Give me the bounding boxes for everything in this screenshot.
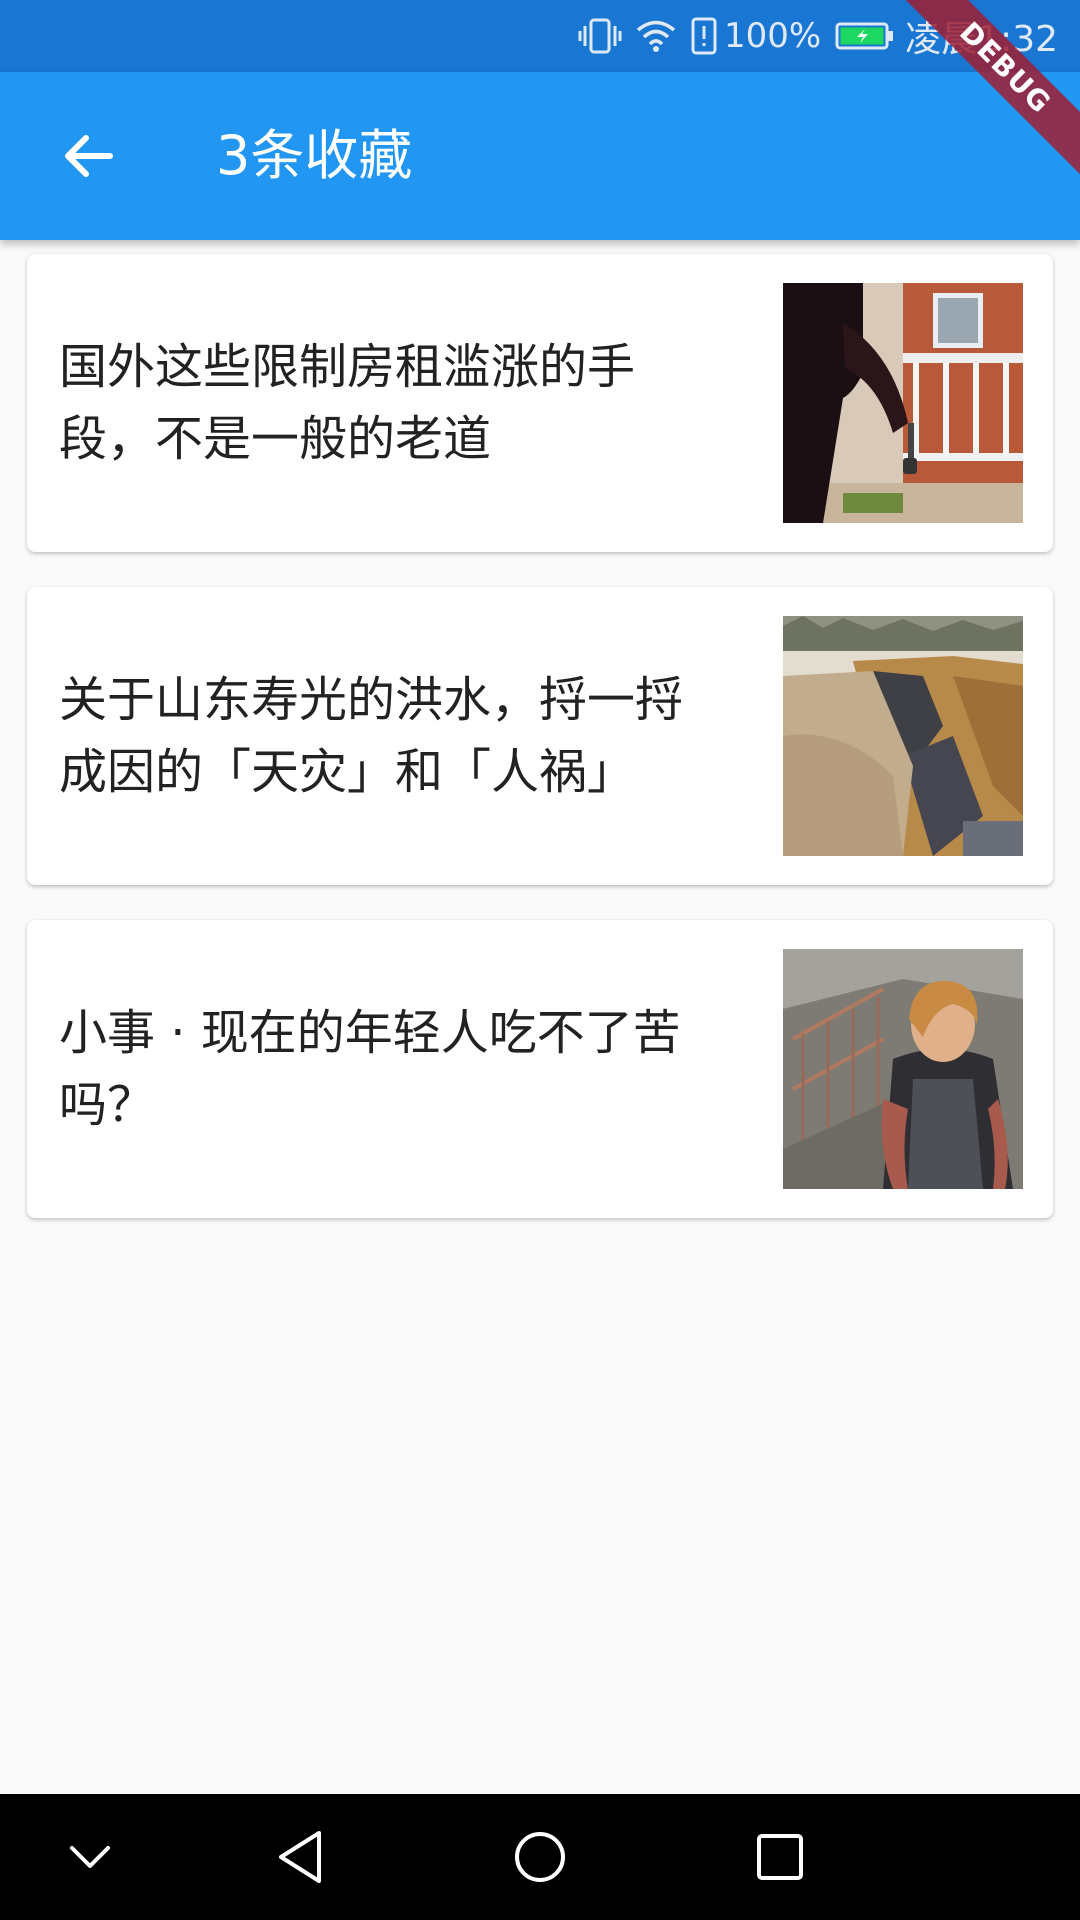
back-triangle-icon <box>279 1831 321 1883</box>
nav-back-button[interactable] <box>255 1812 345 1902</box>
vibrate-icon <box>578 16 622 56</box>
young-worker-apron-image <box>783 949 1023 1189</box>
home-circle-icon <box>515 1832 565 1882</box>
screen: 100% 凌晨1:32 3条收藏 DEBUG 国外这些限制房租滥涨的手段，不是一… <box>0 0 1080 1920</box>
app-bar: 3条收藏 <box>0 72 1080 240</box>
status-bar: 100% 凌晨1:32 <box>0 0 1080 72</box>
clock: 凌晨1:32 <box>905 19 1058 60</box>
arrow-back-icon <box>65 135 113 177</box>
recents-square-icon <box>757 1834 803 1880</box>
page-title: 3条收藏 <box>216 124 413 187</box>
system-nav-bar <box>0 1794 1080 1920</box>
favorite-title-text: 国外这些限制房租滥涨的手段，不是一般的老道 <box>59 339 636 467</box>
favorite-title: 关于山东寿光的洪水，捋一捋成因的「天灾」和「人祸」 <box>59 587 719 885</box>
nav-recents-button[interactable] <box>735 1812 825 1902</box>
person-holding-keys-image <box>783 283 1023 523</box>
favorite-title: 小事 · 现在的年轻人吃不了苦吗？ <box>59 920 719 1218</box>
back-button[interactable] <box>40 108 136 204</box>
battery-charging-icon <box>835 21 895 51</box>
chevron-down-icon <box>70 1846 110 1868</box>
wifi-icon <box>636 19 676 53</box>
favorite-title-text: 关于山东寿光的洪水，捋一捋成因的「天灾」和「人祸」 <box>59 672 684 800</box>
collapsed-road-flood-image <box>783 616 1023 856</box>
favorite-title-text: 小事 · 现在的年轻人吃不了苦吗？ <box>59 1005 681 1133</box>
favorite-card[interactable]: 小事 · 现在的年轻人吃不了苦吗？ <box>27 920 1053 1218</box>
favorite-card[interactable]: 国外这些限制房租滥涨的手段，不是一般的老道 <box>27 254 1053 552</box>
battery-alert-icon <box>690 16 718 56</box>
favorite-title: 国外这些限制房租滥涨的手段，不是一般的老道 <box>59 254 719 552</box>
nav-hide-button[interactable] <box>45 1812 135 1902</box>
favorite-card[interactable]: 关于山东寿光的洪水，捋一捋成因的「天灾」和「人祸」 <box>27 587 1053 885</box>
battery-percentage: 100% <box>723 16 822 56</box>
nav-home-button[interactable] <box>495 1812 585 1902</box>
